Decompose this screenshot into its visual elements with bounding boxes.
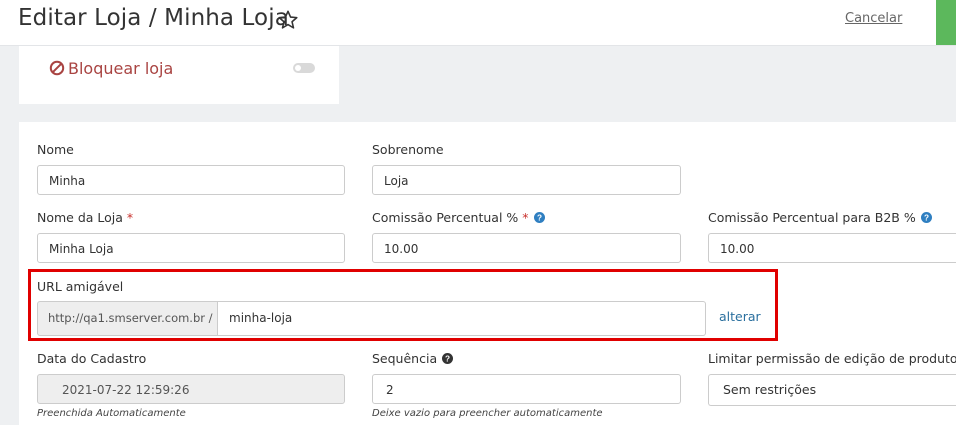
cancel-link[interactable]: Cancelar: [845, 11, 902, 26]
sobrenome-input[interactable]: Loja: [372, 165, 681, 195]
nome-loja-label: Nome da Loja *: [37, 210, 134, 225]
sequencia-label: Sequência?: [372, 351, 454, 366]
block-store-card: Bloquear loja: [19, 46, 339, 104]
comissao-b2b-label: Comissão Percentual para B2B %?: [708, 210, 932, 225]
page-title: Editar Loja / Minha Loja: [18, 5, 289, 31]
required-mark: *: [522, 210, 529, 225]
sobrenome-label: Sobrenome: [372, 142, 444, 157]
svg-text:?: ?: [445, 354, 450, 363]
required-mark: *: [126, 210, 134, 225]
toggle-knob: [295, 65, 301, 71]
alter-url-link[interactable]: alterar: [719, 309, 761, 324]
svg-text:?: ?: [924, 213, 929, 222]
comissao-b2b-input[interactable]: 10.00: [708, 233, 956, 263]
question-icon[interactable]: ?: [533, 212, 545, 223]
url-prefix: http://qa1.smserver.com.br /: [37, 301, 218, 336]
comissao-input[interactable]: 10.00: [372, 233, 681, 263]
nome-loja-input[interactable]: Minha Loja: [37, 233, 345, 263]
limitar-label: Limitar permissão de edição de produto?: [708, 351, 956, 366]
question-icon[interactable]: ?: [920, 212, 932, 223]
save-button[interactable]: [936, 0, 956, 45]
data-cadastro-hint: Preenchida Automaticamente: [37, 408, 186, 419]
sequencia-input[interactable]: 2: [372, 374, 681, 404]
sequencia-hint: Deixe vazio para preencher automaticamen…: [372, 408, 603, 419]
nome-input[interactable]: Minha: [37, 165, 345, 195]
star-icon[interactable]: [277, 9, 299, 31]
page-header: Editar Loja / Minha Loja Cancelar: [0, 0, 956, 46]
url-input[interactable]: minha-loja: [218, 301, 706, 336]
nome-label: Nome: [37, 142, 74, 157]
ban-icon: [49, 60, 65, 76]
data-cadastro-input: 2021-07-22 12:59:26: [37, 374, 345, 404]
limitar-select[interactable]: Sem restrições: [708, 374, 956, 406]
comissao-label: Comissão Percentual % *?: [372, 210, 545, 225]
data-cadastro-label: Data do Cadastro: [37, 351, 147, 366]
question-icon[interactable]: ?: [442, 353, 454, 364]
url-label: URL amigável: [37, 279, 124, 294]
block-store-toggle[interactable]: [293, 63, 315, 73]
svg-text:?: ?: [536, 213, 541, 222]
block-store-label: Bloquear loja: [68, 59, 174, 78]
